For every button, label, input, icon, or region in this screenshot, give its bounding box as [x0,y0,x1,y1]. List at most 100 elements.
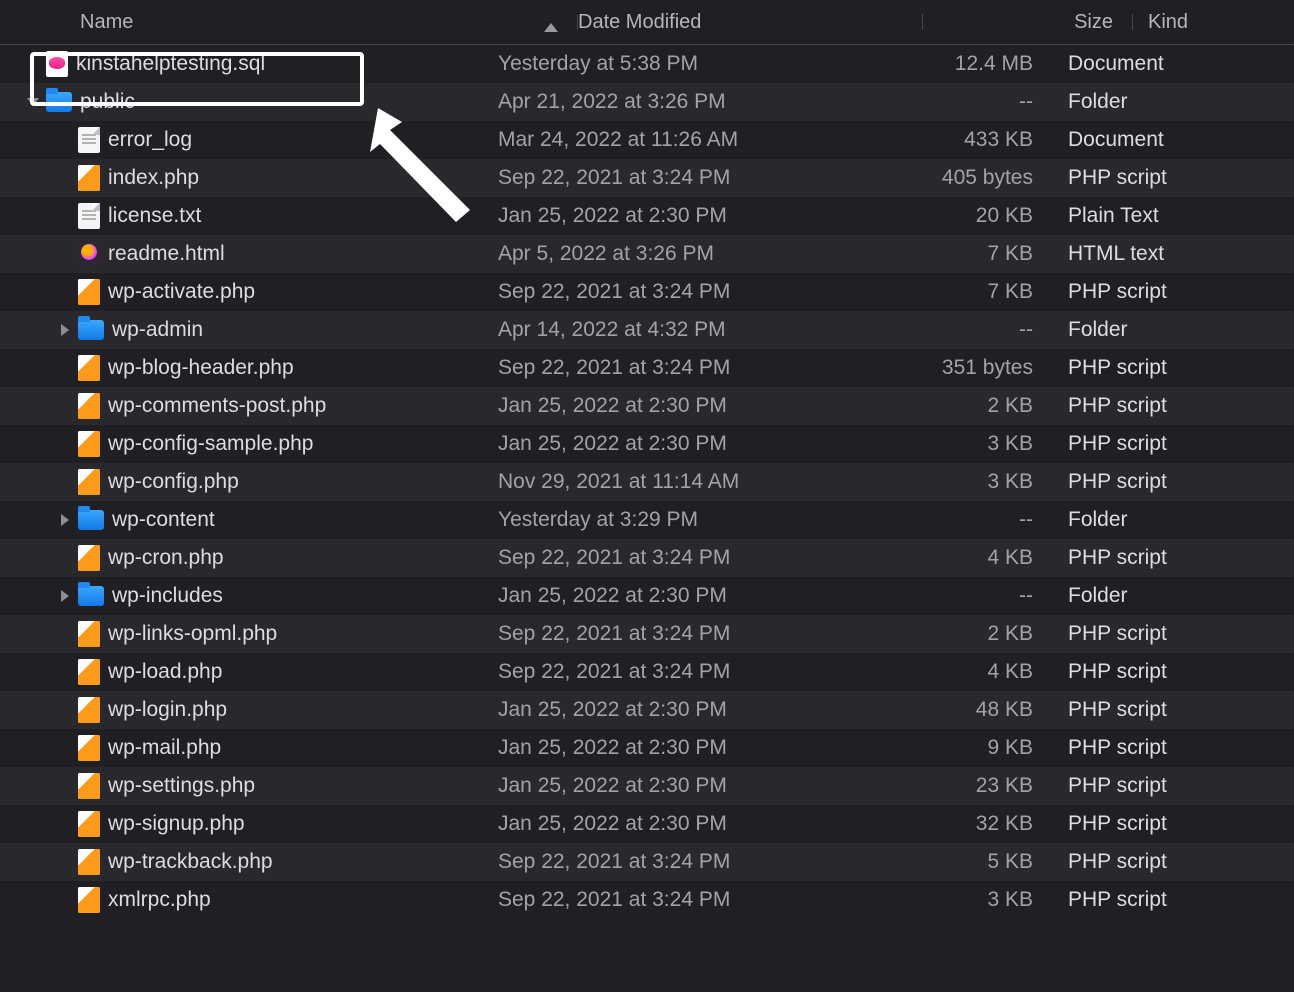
file-row[interactable]: wp-trackback.php Sep 22, 2021 at 3:24 PM5… [0,843,1294,881]
column-header-kind[interactable]: Kind [1133,10,1294,34]
file-row[interactable]: wp-settings.phpJan 25, 2022 at 2:30 PM23… [0,767,1294,805]
file-name-cell: wp-content [0,508,498,532]
file-name-label: wp-trackback.php [108,850,273,874]
file-date-label: Apr 14, 2022 at 4:32 PM [498,318,843,342]
file-name-label: wp-settings.php [108,774,255,798]
file-size-label: 12.4 MB [843,52,1053,76]
file-list: kinstahelptesting.sqlYesterday at 5:38 P… [0,45,1294,919]
file-date-label: Sep 22, 2021 at 3:24 PM [498,166,843,190]
file-size-label: -- [843,584,1053,608]
file-kind-label: PHP script [1053,356,1294,380]
file-kind-label: Plain Text [1053,204,1294,228]
file-kind-label: PHP script [1053,812,1294,836]
file-row[interactable]: kinstahelptesting.sqlYesterday at 5:38 P… [0,45,1294,83]
chevron-right-icon[interactable] [58,323,72,337]
file-size-label: 5 KB [843,850,1053,874]
file-row[interactable]: wp-contentYesterday at 3:29 PM--Folder [0,501,1294,539]
file-name-label: wp-activate.php [108,280,255,304]
file-name-label: license.txt [108,204,201,228]
php-file-icon [78,545,100,571]
file-row[interactable]: wp-comments-post.phpJan 25, 2022 at 2:30… [0,387,1294,425]
file-kind-label: PHP script [1053,888,1294,912]
file-name-cell: wp-admin [0,318,498,342]
file-kind-label: Document [1053,52,1294,76]
file-kind-label: PHP script [1053,736,1294,760]
file-name-label: wp-config-sample.php [108,432,313,456]
file-size-label: 9 KB [843,736,1053,760]
file-row[interactable]: error_logMar 24, 2022 at 11:26 AM433 KBD… [0,121,1294,159]
column-header-name[interactable]: Name [0,11,578,34]
file-date-label: Sep 22, 2021 at 3:24 PM [498,850,843,874]
php-file-icon [78,355,100,381]
chevron-right-icon[interactable] [58,589,72,603]
file-name-label: public [80,90,135,114]
php-file-icon [78,279,100,305]
file-date-label: Yesterday at 3:29 PM [498,508,843,532]
file-date-label: Jan 25, 2022 at 2:30 PM [498,698,843,722]
file-kind-label: PHP script [1053,280,1294,304]
column-header-name-label: Name [80,11,133,34]
file-row[interactable]: license.txt Jan 25, 2022 at 2:30 PM20 KBP… [0,197,1294,235]
file-name-cell: wp-activate.php [0,279,498,305]
file-name-label: wp-content [112,508,215,532]
file-row[interactable]: xmlrpc.phpSep 22, 2021 at 3:24 PM3 KBPHP… [0,881,1294,919]
file-date-label: Sep 22, 2021 at 3:24 PM [498,888,843,912]
chevron-down-icon[interactable] [26,95,40,109]
file-row[interactable]: wp-adminApr 14, 2022 at 4:32 PM--Folder [0,311,1294,349]
file-row[interactable]: publicApr 21, 2022 at 3:26 PM--Folder [0,83,1294,121]
file-name-cell: wp-comments-post.php [0,393,498,419]
column-header-kind-label: Kind [1148,11,1188,33]
file-size-label: 20 KB [843,204,1053,228]
php-file-icon [78,431,100,457]
file-row[interactable]: wp-login.phpJan 25, 2022 at 2:30 PM48 KB… [0,691,1294,729]
file-name-label: wp-links-opml.php [108,622,277,646]
file-name-cell: license.txt [0,203,498,229]
file-row[interactable]: wp-links-opml.php Sep 22, 2021 at 3:24 PM… [0,615,1294,653]
file-name-cell: wp-blog-header.php [0,355,498,381]
file-name-cell: error_log [0,127,498,153]
file-row[interactable]: wp-cron.phpSep 22, 2021 at 3:24 PM4 KBPH… [0,539,1294,577]
file-row[interactable]: wp-config-sample.phpJan 25, 2022 at 2:30… [0,425,1294,463]
file-name-label: wp-signup.php [108,812,245,836]
file-date-label: Jan 25, 2022 at 2:30 PM [498,204,843,228]
folder-icon [78,510,104,530]
file-row[interactable]: readme.htmlApr 5, 2022 at 3:26 PM7 KBHTM… [0,235,1294,273]
column-divider [1132,14,1133,30]
folder-icon [78,320,104,340]
file-kind-label: PHP script [1053,698,1294,722]
file-name-label: error_log [108,128,192,152]
file-name-cell: wp-includes [0,584,498,608]
file-date-label: Jan 25, 2022 at 2:30 PM [498,736,843,760]
file-date-label: Sep 22, 2021 at 3:24 PM [498,622,843,646]
file-name-cell: wp-settings.php [0,773,498,799]
file-name-label: index.php [108,166,199,190]
file-row[interactable]: wp-load.phpSep 22, 2021 at 3:24 PM4 KBPH… [0,653,1294,691]
chevron-right-icon[interactable] [58,513,72,527]
file-name-cell: wp-links-opml.php [0,621,498,647]
file-size-label: 433 KB [843,128,1053,152]
file-name-cell: public [0,90,498,114]
file-date-label: Nov 29, 2021 at 11:14 AM [498,470,843,494]
file-kind-label: Folder [1053,318,1294,342]
column-header-size[interactable]: Size [923,10,1133,34]
file-row[interactable]: wp-activate.phpSep 22, 2021 at 3:24 PM7 … [0,273,1294,311]
file-row[interactable]: wp-blog-header.phpSep 22, 2021 at 3:24 P… [0,349,1294,387]
file-row[interactable]: wp-includesJan 25, 2022 at 2:30 PM--Fold… [0,577,1294,615]
column-header-size-label: Size [1074,11,1113,33]
file-name-cell: wp-config.php [0,469,498,495]
file-kind-label: PHP script [1053,432,1294,456]
file-kind-label: Folder [1053,508,1294,532]
file-row[interactable]: index.phpSep 22, 2021 at 3:24 PM405 byte… [0,159,1294,197]
folder-icon [46,92,72,112]
sql-file-icon [46,51,68,77]
file-name-label: readme.html [108,242,225,266]
file-row[interactable]: wp-config.phpNov 29, 2021 at 11:14 AM3 K… [0,463,1294,501]
file-date-label: Sep 22, 2021 at 3:24 PM [498,280,843,304]
file-row[interactable]: wp-signup.phpJan 25, 2022 at 2:30 PM32 K… [0,805,1294,843]
file-row[interactable]: wp-mail.phpJan 25, 2022 at 2:30 PM9 KBPH… [0,729,1294,767]
file-name-label: wp-admin [112,318,203,342]
php-file-icon [78,735,100,761]
file-kind-label: PHP script [1053,546,1294,570]
file-kind-label: Folder [1053,90,1294,114]
column-header-date[interactable]: Date Modified [578,10,923,34]
